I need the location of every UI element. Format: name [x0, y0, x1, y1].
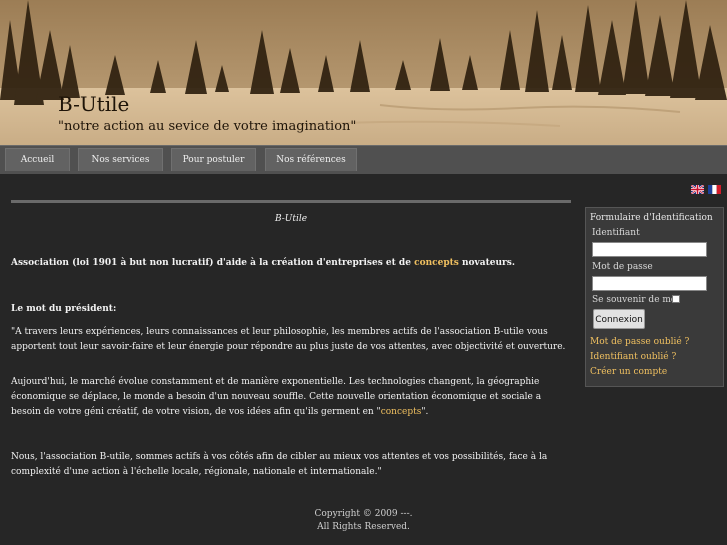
paragraph-2-text: Aujourd'hui, le marché évolue constammen… — [11, 377, 542, 417]
president-heading: Le mot du président: — [11, 304, 117, 314]
create-account-link[interactable]: Créer un compte — [590, 367, 667, 377]
nav-item-pour-postuler[interactable]: Pour postuler — [171, 148, 256, 171]
content-divider — [11, 200, 571, 203]
content-heading: B-Utile — [274, 214, 308, 224]
password-input[interactable] — [592, 276, 707, 291]
president-paragraph-3: Nous, l'association B-utile, sommes acti… — [11, 452, 548, 477]
association-text-start: Association (loi 1901 à but non lucratif… — [11, 258, 415, 268]
site-header: B-Utile "notre action au sevice de votre… — [0, 0, 727, 145]
nav-item-accueil[interactable]: Accueil — [5, 148, 70, 171]
nav-item-nos-references[interactable]: Nos références — [265, 148, 357, 171]
site-tagline: "notre action au sevice de votre imagina… — [58, 119, 357, 134]
remember-me-label: Se souvenir de moi — [592, 295, 680, 305]
english-flag-icon[interactable] — [691, 185, 704, 194]
remember-me-checkbox[interactable] — [672, 295, 680, 303]
forgot-password-link[interactable]: Mot de passe oublié ? — [590, 337, 689, 347]
main-navigation: Accueil Nos services Pour postuler Nos r… — [0, 145, 727, 174]
password-label: Mot de passe — [592, 262, 653, 272]
forgot-username-link[interactable]: Identifiant oublié ? — [590, 352, 676, 362]
site-title: B-Utile — [58, 92, 130, 116]
username-label: Identifiant — [592, 228, 640, 238]
footer-rights: All Rights Reserved. — [317, 522, 410, 532]
president-paragraph-1: "A travers leurs expériences, leurs conn… — [11, 327, 566, 352]
president-paragraph-2: Aujourd'hui, le marché évolue constammen… — [11, 375, 571, 420]
concepts-link[interactable]: concepts — [414, 258, 459, 268]
username-input[interactable] — [592, 242, 707, 257]
association-description: Association (loi 1901 à but non lucratif… — [11, 256, 571, 271]
french-flag-icon[interactable] — [708, 185, 721, 194]
login-form-title: Formulaire d'Identification — [590, 213, 713, 223]
footer-copyright: Copyright © 2009 ---. — [314, 509, 413, 519]
nav-item-nos-services[interactable]: Nos services — [78, 148, 163, 171]
paragraph-2-end: ". — [421, 407, 429, 417]
login-submit-button[interactable]: Connexion — [593, 309, 645, 329]
concepts-link-2[interactable]: concepts — [381, 407, 422, 417]
login-form: Formulaire d'Identification Identifiant … — [585, 207, 724, 387]
main-content: B-Utile Association (loi 1901 à but non … — [11, 205, 571, 477]
association-text-end: novateurs. — [458, 258, 515, 268]
